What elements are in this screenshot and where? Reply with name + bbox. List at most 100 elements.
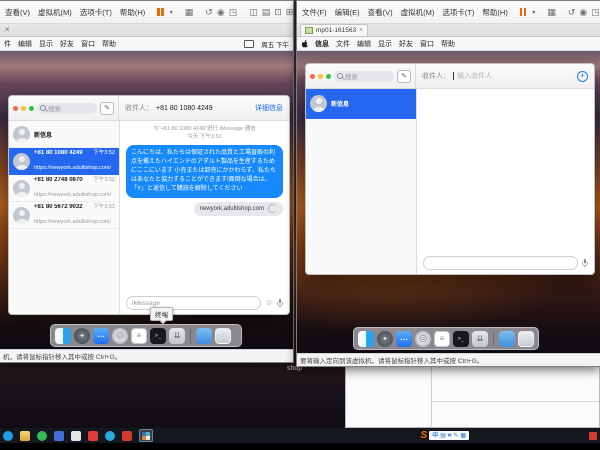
mac-menu-help[interactable]: 帮助 [102,39,116,49]
downloads-folder-dock-icon[interactable] [196,328,212,344]
take-snapshot-icon[interactable]: ◉ [217,8,225,17]
conversation-row[interactable]: +81 80 2748 0870 下午3:52 https://newyork.… [9,175,119,202]
close-traffic-light[interactable] [310,74,315,79]
conversation-row-new[interactable]: 新信息 [306,89,416,119]
unity-icon[interactable]: ⊞ [286,8,293,17]
taskbar-app-red-icon[interactable] [88,431,98,441]
mac-menu-view[interactable]: 显示 [378,39,392,49]
ime-toolbar[interactable]: 中 ▤ ⌗ ✎ ▦ [429,431,469,440]
minimize-traffic-light[interactable] [21,106,26,111]
tab-close-icon[interactable]: × [3,26,12,34]
terminal-dock-icon[interactable] [150,328,166,344]
mac-menu-file-partial[interactable]: 件 [4,39,11,49]
zoom-traffic-light[interactable] [29,106,34,111]
menu-view[interactable]: 查看(V) [366,5,395,20]
revert-snapshot-icon[interactable]: ↺ [205,8,213,17]
launchpad-dock-icon[interactable] [74,328,90,344]
taskbar-app-green-icon[interactable] [37,431,47,441]
taskbar-app-light-icon[interactable] [71,431,81,441]
pause-button[interactable] [155,7,166,17]
minimize-traffic-light[interactable] [318,74,323,79]
mac-menu-buddies[interactable]: 好友 [399,39,413,49]
conversation-row[interactable]: +81 80 1080 4249 下午3:52 https://newyork.… [9,148,119,175]
send-ctrl-alt-del-icon[interactable]: ▦ [185,8,194,17]
browser-icon[interactable] [105,431,115,441]
input-method-icon[interactable] [244,40,254,48]
messages-dock-icon[interactable] [93,328,109,344]
compose-button[interactable]: ✎ [100,102,114,115]
textedit-dock-icon[interactable] [131,328,147,344]
taskbar-launcher-icon[interactable] [3,431,13,441]
downloads-folder-dock-icon[interactable] [499,331,515,347]
show-library-icon[interactable]: ◫ [249,8,258,17]
system-preferences-dock-icon[interactable] [415,331,431,347]
mac-menu-window[interactable]: 窗口 [420,39,434,49]
send-ctrl-alt-del-icon[interactable]: ▦ [547,8,556,17]
link-preview-bubble[interactable]: newyork.adultishop.com [194,202,283,216]
microphone-icon[interactable] [277,299,283,308]
mac-menu-buddies[interactable]: 好友 [60,39,74,49]
trash-dock-icon[interactable] [518,331,534,347]
zoom-traffic-light[interactable] [326,74,331,79]
take-snapshot-icon[interactable]: ◉ [579,8,587,17]
fullscreen-icon[interactable]: ⊡ [274,8,282,17]
to-placeholder[interactable]: 输入收件人 [457,71,492,81]
thumbnail-bar-icon[interactable]: ▤ [262,8,271,17]
system-preferences-dock-icon[interactable] [112,328,128,344]
mac-menu-help[interactable]: 帮助 [441,39,455,49]
pause-button[interactable] [518,7,529,17]
tab-close-icon[interactable]: × [359,27,363,34]
vmware-taskbar-icon-active[interactable] [139,429,153,442]
conversation-row[interactable]: +81 80 5672 9032 下午3:52 https://newyork.… [9,202,119,229]
tray-red-icon[interactable] [589,432,597,440]
close-traffic-light[interactable] [13,106,18,111]
menu-help[interactable]: 帮助(H) [480,5,509,20]
taskbar-app-red2-icon[interactable] [122,431,132,441]
menu-edit[interactable]: 编辑(E) [333,5,362,20]
finder-dock-icon[interactable] [55,328,71,344]
microphone-icon[interactable] [582,259,588,268]
menubar-clock[interactable]: 周五 下午 [261,39,289,49]
menu-tabs[interactable]: 选项卡(T) [78,5,114,20]
mac-menu-edit[interactable]: 编辑 [357,39,371,49]
messages-dock-icon[interactable] [396,331,412,347]
apple-menu-icon[interactable] [301,40,308,48]
launchpad-dock-icon[interactable] [377,331,393,347]
mac-menu-file[interactable]: 文件 [336,39,350,49]
pause-dropdown-caret[interactable]: ▾ [170,9,173,16]
pause-dropdown-caret[interactable]: ▾ [532,9,535,16]
conversation-row-new[interactable]: 新信息 [9,121,119,148]
mac-menu-view[interactable]: 显示 [39,39,53,49]
background-window-left[interactable] [345,362,432,428]
background-window-right[interactable] [431,362,600,428]
mac-menu-app[interactable]: 信息 [315,39,329,49]
message-input[interactable] [423,256,578,270]
menu-file[interactable]: 文件(F) [300,5,329,20]
compose-button[interactable]: ✎ [397,70,411,83]
details-link[interactable]: 详细信息 [255,103,283,113]
search-input[interactable]: 搜索 [37,103,97,114]
mac-menu-edit[interactable]: 编辑 [18,39,32,49]
search-input[interactable]: 搜索 [334,71,394,82]
taskbar-app-blue-icon[interactable] [54,431,64,441]
vm-tab-active[interactable]: mp01-161563 × [300,24,368,36]
message-input[interactable]: iMessage [126,296,261,310]
installer-dock-icon[interactable] [472,331,488,347]
snapshot-manager-icon[interactable]: ◳ [229,8,238,17]
menu-vm[interactable]: 虚拟机(M) [399,5,437,20]
emoji-picker-icon[interactable]: ☺ [265,299,273,307]
trash-dock-icon[interactable] [215,328,231,344]
menu-vm[interactable]: 虚拟机(M) [36,5,74,20]
textedit-dock-icon[interactable] [434,331,450,347]
snapshot-manager-icon[interactable]: ◳ [591,8,600,17]
sogou-input-icon[interactable]: S [421,430,428,441]
revert-snapshot-icon[interactable]: ↺ [568,8,576,17]
file-explorer-icon[interactable] [20,431,30,441]
menu-help[interactable]: 帮助(H) [118,5,147,20]
menu-view[interactable]: 查看(V) [3,5,32,20]
terminal-dock-icon[interactable] [453,331,469,347]
to-value[interactable]: +81 80 1080 4249 [156,105,213,112]
installer-dock-icon[interactable] [169,328,185,344]
menu-tabs[interactable]: 选项卡(T) [440,5,476,20]
add-contact-button[interactable]: + [577,71,588,82]
